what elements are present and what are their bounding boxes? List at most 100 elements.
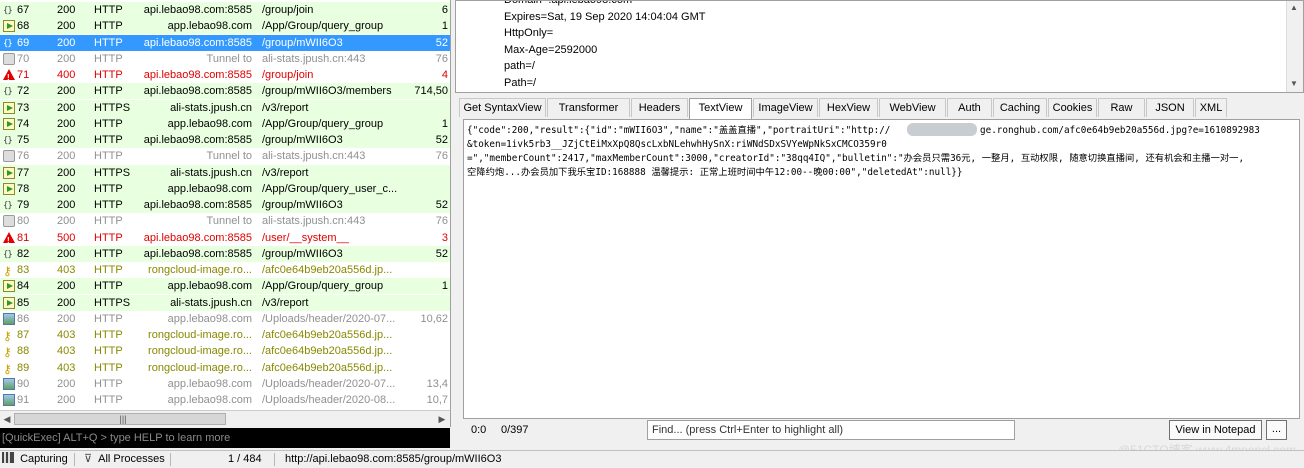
response-line-1-tail: ge.ronghub.com/afc0e64b9eb20a556d.jpg?e=…: [980, 125, 1260, 136]
session-row[interactable]: 77 200 HTTPS ali-stats.jpush.cn/v3/report: [0, 164, 450, 181]
session-row[interactable]: {} 75 200 HTTP api.lebao98.com:8585/group/mW…: [0, 132, 450, 148]
session-protocol: HTTP: [94, 231, 123, 244]
tab-webview[interactable]: WebView: [879, 98, 946, 117]
quickexec-input[interactable]: [QuickExec] ALT+Q > type HELP to learn m…: [0, 428, 450, 448]
session-row[interactable]: {} 72 200 HTTP api.lebao98.com:8585/group/mW…: [0, 83, 450, 100]
session-row[interactable]: 90 200 HTTP app.lebao98.com/Uploads/header/…: [0, 376, 450, 392]
tab-xml[interactable]: XML: [1195, 98, 1227, 117]
session-row[interactable]: 74 200 HTTP app.lebao98.com/App/Group/query…: [0, 115, 450, 132]
session-protocol: HTTP: [94, 85, 123, 98]
scroll-right-icon[interactable]: ▶: [436, 412, 448, 426]
session-number: 77: [17, 166, 30, 179]
cookie-line: Domain=.api.lebao98.com: [504, 0, 633, 6]
tab-transformer[interactable]: Transformer: [547, 98, 630, 117]
session-row[interactable]: 85 200 HTTPS ali-stats.jpush.cn/v3/report: [0, 294, 450, 311]
session-row[interactable]: ⚷ 88 403 HTTP rongcloud-image.ro... /afc0e64b…: [0, 343, 450, 359]
response-textview[interactable]: {"code":200,"result":{"id":"mWII6O3","na…: [463, 119, 1300, 419]
session-result: 200: [57, 296, 76, 309]
session-icon-cell: [3, 376, 17, 392]
session-number: 70: [17, 52, 30, 65]
json-icon: {}: [3, 87, 13, 98]
session-list[interactable]: {} 67 200 HTTP api.lebao98.com:8585/group/jo…: [0, 0, 451, 427]
session-count: 1 / 484: [228, 453, 262, 465]
session-result: 500: [57, 231, 76, 244]
session-row[interactable]: 86 200 HTTP app.lebao98.com/Uploads/header/…: [0, 311, 450, 327]
session-icon-cell: [3, 67, 17, 83]
headers-vscrollbar[interactable]: ▲ ▼: [1286, 1, 1303, 92]
find-input[interactable]: Find... (press Ctrl+Enter to highlight a…: [647, 420, 1015, 440]
session-result: 200: [57, 101, 76, 114]
session-icon-cell: [3, 278, 17, 294]
response-line-4: 空降约炮...办会员加下我乐宝ID:168888 温馨提示: 正常上班时间中午1…: [467, 167, 963, 178]
session-url: /group/mWII6O3/members: [262, 85, 392, 98]
session-icon-cell: {}: [3, 132, 17, 148]
session-number: 76: [17, 150, 30, 163]
session-host: app.lebao98.com: [167, 182, 252, 195]
view-in-notepad-button[interactable]: View in Notepad: [1169, 420, 1262, 440]
session-host: api.lebao98.com:8585: [143, 134, 252, 146]
session-result: 200: [57, 182, 76, 195]
session-row[interactable]: 71 400 HTTP api.lebao98.com:8585/group/join…: [0, 67, 450, 83]
session-row[interactable]: ⚷ 89 403 HTTP rongcloud-image.ro... /afc0e64b…: [0, 360, 450, 376]
session-number: 81: [17, 231, 30, 244]
session-body-size: 1: [441, 280, 448, 293]
session-icon-cell: ⚷: [3, 343, 17, 359]
tab-get-syntaxview[interactable]: Get SyntaxView: [459, 98, 546, 117]
session-row[interactable]: 76 200 HTTP Tunnel to ali-stats.jpush.cn:443…: [0, 148, 450, 164]
session-body-size: 3: [441, 231, 448, 244]
capturing-toggle[interactable]: Capturing: [2, 451, 68, 468]
tab-hexview[interactable]: HexView: [819, 98, 878, 117]
session-protocol: HTTP: [94, 215, 123, 228]
tab-textview[interactable]: TextView: [689, 98, 752, 119]
session-host: api.lebao98.com:8585: [143, 36, 252, 49]
tab-cookies[interactable]: Cookies: [1048, 98, 1097, 117]
lock-icon: [3, 150, 15, 163]
tab-headers[interactable]: Headers: [631, 98, 688, 117]
session-host: Tunnel to: [206, 150, 252, 163]
session-result: 403: [57, 345, 76, 358]
session-row[interactable]: 80 200 HTTP Tunnel to ali-stats.jpush.cn:443…: [0, 213, 450, 229]
find-bar: 0:0 0/397 Find... (press Ctrl+Enter to h…: [463, 420, 1304, 442]
session-host: Tunnel to: [206, 215, 252, 228]
session-list-hscrollbar[interactable]: ◀ ||| ▶: [0, 410, 450, 428]
session-body-size: 52: [435, 247, 448, 260]
session-row[interactable]: ⚷ 83 403 HTTP rongcloud-image.ro... /afc0e64b…: [0, 262, 450, 278]
session-row[interactable]: {} 82 200 HTTP api.lebao98.com:8585/group/mW…: [0, 245, 450, 262]
session-result: 200: [57, 36, 76, 49]
scroll-up-icon[interactable]: ▲: [1290, 3, 1298, 12]
session-host: ali-stats.jpush.cn: [170, 296, 252, 309]
session-row[interactable]: 81 500 HTTP api.lebao98.com:8585/user/__sys…: [0, 230, 450, 246]
more-options-button[interactable]: ...: [1266, 420, 1287, 440]
process-filter[interactable]: ⊽ All Processes: [84, 451, 165, 468]
session-row[interactable]: 84 200 HTTP app.lebao98.com/App/Group/query…: [0, 278, 450, 295]
scroll-left-icon[interactable]: ◀: [1, 412, 13, 426]
session-row[interactable]: 70 200 HTTP Tunnel to ali-stats.jpush.cn:443…: [0, 51, 450, 67]
tab-caching[interactable]: Caching: [993, 98, 1047, 117]
scroll-grip-icon: |||: [119, 414, 127, 424]
session-host: app.lebao98.com: [167, 117, 252, 130]
arrow-icon: [3, 296, 15, 309]
session-protocol: HTTP: [94, 4, 123, 16]
tab-raw[interactable]: Raw: [1098, 98, 1145, 117]
session-row[interactable]: ⚷ 87 403 HTTP rongcloud-image.ro... /afc0e64b…: [0, 327, 450, 343]
tab-auth[interactable]: Auth: [947, 98, 992, 117]
session-body-size: 1: [441, 117, 448, 130]
session-row[interactable]: 78 200 HTTP app.lebao98.com/App/Group/query…: [0, 180, 450, 197]
session-protocol: HTTPS: [94, 166, 131, 179]
session-protocol: HTTPS: [94, 101, 131, 114]
session-row[interactable]: 68 200 HTTP app.lebao98.com/App/Group/query…: [0, 18, 450, 35]
session-result: 200: [57, 247, 76, 260]
session-number: 78: [17, 182, 30, 195]
session-host: app.lebao98.com: [167, 20, 252, 33]
tab-imageview[interactable]: ImageView: [753, 98, 818, 117]
session-row[interactable]: 73 200 HTTPS ali-stats.jpush.cn/v3/report: [0, 99, 450, 116]
tab-json[interactable]: JSON: [1146, 98, 1194, 117]
session-row[interactable]: {} 79 200 HTTP api.lebao98.com:8585/group/mW…: [0, 197, 450, 213]
session-row[interactable]: {} 67 200 HTTP api.lebao98.com:8585/group/jo…: [0, 2, 450, 18]
session-row[interactable]: 91 200 HTTP app.lebao98.com/Uploads/header/…: [0, 392, 450, 408]
scroll-down-icon[interactable]: ▼: [1290, 79, 1298, 88]
image-icon: [3, 312, 15, 325]
session-url: /group/mWII6O3: [262, 199, 343, 211]
session-row[interactable]: {} 69 200 HTTP api.lebao98.com:8585/group/mW…: [0, 34, 450, 51]
session-url: ali-stats.jpush.cn:443: [262, 52, 366, 65]
